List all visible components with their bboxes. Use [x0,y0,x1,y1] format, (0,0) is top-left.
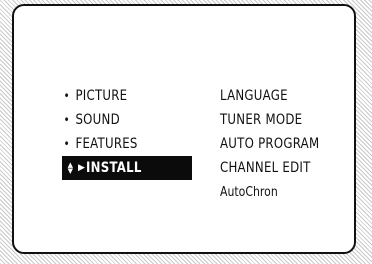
install-submenu: LANGUAGE TUNER MODE AUTO PROGRAM CHANNEL… [220,84,338,204]
menu-item-sound[interactable]: • SOUND [62,108,166,132]
menu-item-label: INSTALL [86,160,142,176]
menu-item-label: PICTURE [75,88,128,104]
bullet-icon: • [63,89,70,103]
tv-osd-screen: • PICTURE • SOUND • FEATURES ▲ ▼ ▶ INSTAL… [12,4,356,254]
up-down-arrow-icon: ▲ ▼ [67,161,74,175]
menu-item-label: FEATURES [75,136,138,152]
right-arrow-icon: ▶ [78,163,86,173]
bullet-icon: • [63,113,70,127]
menu-item-install[interactable]: ▲ ▼ ▶ INSTALL [62,156,192,180]
bullet-icon: • [63,137,70,151]
submenu-item-language[interactable]: LANGUAGE [220,84,319,108]
submenu-item-tuner-mode[interactable]: TUNER MODE [220,108,319,132]
menu-item-features[interactable]: • FEATURES [62,132,166,156]
submenu-item-auto-program[interactable]: AUTO PROGRAM [220,132,319,156]
submenu-item-channel-edit[interactable]: CHANNEL EDIT [220,156,319,180]
menu-item-label: SOUND [75,112,120,128]
menu-item-picture[interactable]: • PICTURE [62,84,166,108]
submenu-item-autochron[interactable]: AutoChron [220,180,319,204]
main-menu: • PICTURE • SOUND • FEATURES ▲ ▼ ▶ INSTAL… [62,84,192,180]
